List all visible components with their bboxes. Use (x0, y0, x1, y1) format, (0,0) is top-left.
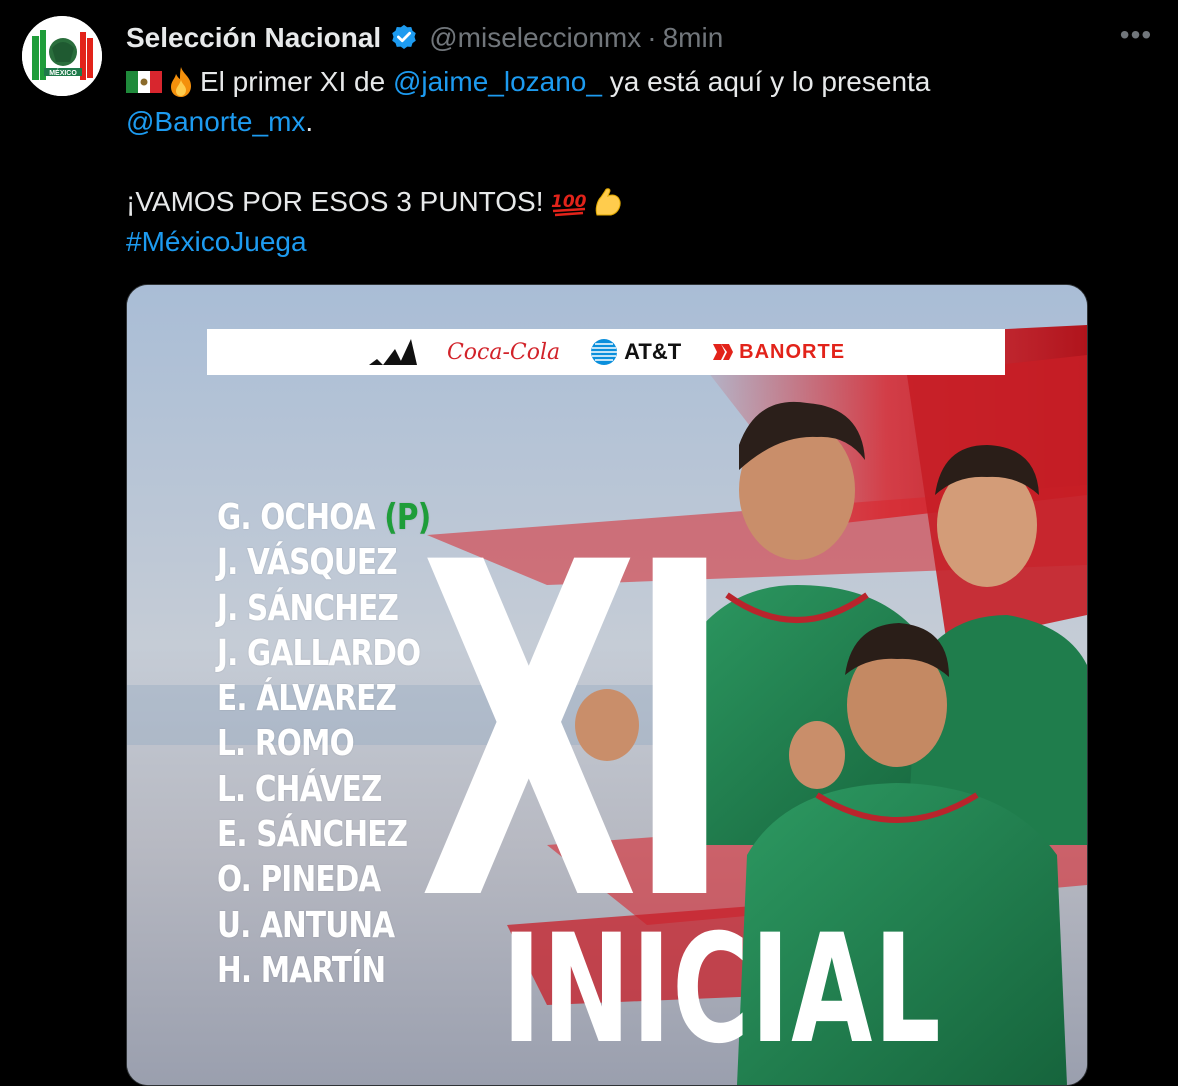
separator-dot: · (647, 22, 657, 53)
tweet-media-image[interactable]: Coca-Cola AT&T BANORTE XI G. OCHOA (P) J… (126, 284, 1088, 1086)
mention-banorte-link[interactable]: @Banorte_mx (126, 102, 305, 142)
banorte-logo: BANORTE (711, 341, 845, 364)
coca-cola-logo: Coca-Cola (446, 339, 561, 365)
fire-icon (166, 66, 196, 98)
lineup-player: H. MARTÍN (217, 949, 386, 991)
lineup-player: L. ROMO (217, 723, 355, 765)
lineup-player: O. PINEDA (217, 859, 381, 901)
verified-badge-icon[interactable] (389, 23, 419, 53)
flexed-biceps-icon (591, 185, 625, 219)
tweet-text: El primer XI de @jaime_lozano_ ya está a… (126, 62, 1126, 262)
tweet-text-part: El primer XI de (200, 66, 393, 97)
avatar[interactable]: MÉXICO (22, 16, 102, 96)
banorte-logo-text: BANORTE (739, 340, 846, 363)
lineup-player: G. OCHOA (P) (217, 497, 431, 538)
lineup-player: E. ÁLVAREZ (217, 678, 397, 720)
tweet-text-part: . (305, 106, 314, 137)
mexico-flag-icon (126, 69, 162, 95)
tweet-line-1: El primer XI de @jaime_lozano_ ya está a… (126, 62, 1126, 102)
author-name[interactable]: Selección Nacional (126, 22, 381, 54)
lineup-player: J. GALLARDO (217, 632, 421, 674)
adidas-logo-icon (367, 337, 417, 367)
svg-text:MÉXICO: MÉXICO (49, 68, 77, 77)
tweet-header: Selección Nacional @miseleccionmx · 8min (126, 18, 723, 58)
lineup-player: J. VÁSQUEZ (217, 542, 398, 584)
timestamp[interactable]: 8min (663, 22, 724, 54)
tweet-line-2: @Banorte_mx . (126, 102, 1126, 142)
att-logo-text: AT&T (624, 339, 682, 364)
tweet-line-3: ¡VAMOS POR ESOS 3 PUNTOS! 100 (126, 182, 1126, 222)
captain-tag: (P) (384, 497, 431, 538)
banorte-mark-icon (713, 344, 734, 360)
lineup-player: J. SÁNCHEZ (217, 587, 399, 629)
inicial-title: INICIAL (502, 903, 943, 1077)
lineup-player: L. CHÁVEZ (217, 768, 382, 810)
mexico-crest-icon: MÉXICO (22, 16, 102, 96)
more-options-icon[interactable]: ••• (1118, 20, 1154, 56)
tweet-text-part: ya está aquí y lo presenta (601, 66, 931, 97)
mention-jaime-lozano-link[interactable]: @jaime_lozano_ (393, 62, 602, 102)
lineup-player: U. ANTUNA (217, 904, 395, 946)
author-handle[interactable]: @miseleccionmx (429, 22, 641, 54)
tweet-text-part: ¡VAMOS POR ESOS 3 PUNTOS! (126, 186, 552, 217)
tweet-line-4: #MéxicoJuega (126, 222, 1126, 262)
sponsor-bar: Coca-Cola AT&T BANORTE (207, 329, 1005, 375)
lineup-player: E. SÁNCHEZ (217, 814, 408, 856)
hundred-points-icon: 100 (551, 187, 587, 217)
hashtag-link[interactable]: #MéxicoJuega (126, 222, 307, 262)
att-globe-icon (591, 339, 618, 365)
att-logo: AT&T (590, 338, 681, 366)
lineup-list: G. OCHOA (P) J. VÁSQUEZ J. SÁNCHEZ J. GA… (217, 495, 477, 993)
